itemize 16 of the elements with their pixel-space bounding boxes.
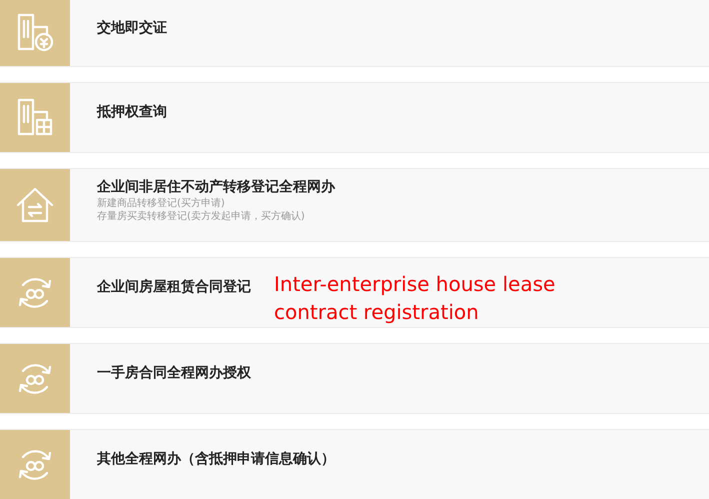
list-item[interactable]: 企业间房屋租赁合同登记 Inter-enterprise house lease contract registration <box>0 257 709 328</box>
item-title: 企业间房屋租赁合同登记 <box>97 278 251 297</box>
list-item[interactable]: 企业间非居住不动产转移登记全程网办 新建商品转移登记(买方申请) 存量房买卖转移登记(卖方发起申请，买方确认) <box>0 168 709 242</box>
item-title: 企业间非居住不动产转移登记全程网办 <box>97 178 335 197</box>
list-item[interactable]: 抵押权查询 <box>0 82 709 153</box>
item-subtitle: 存量房买卖转移登记(卖方发起申请，买方确认) <box>97 210 306 223</box>
item-title: 交地即交证 <box>97 18 167 38</box>
item-subtitle: 新建商品转移登记(买方申请) <box>97 198 226 210</box>
list-item[interactable]: 其他全程网办（含抵押申请信息确认） <box>0 429 709 499</box>
item-title: 抵押权查询 <box>97 103 167 122</box>
item-title: 一手房合同全程网办授权 <box>97 364 251 383</box>
annotation-text: contract registration <box>274 299 480 326</box>
annotation-text: Inter-enterprise house lease <box>274 271 556 298</box>
list-item[interactable]: 交地即交证 <box>0 0 709 67</box>
list-item[interactable]: 一手房合同全程网办授权 <box>0 343 709 414</box>
item-title: 其他全程网办（含抵押申请信息确认） <box>97 450 335 469</box>
